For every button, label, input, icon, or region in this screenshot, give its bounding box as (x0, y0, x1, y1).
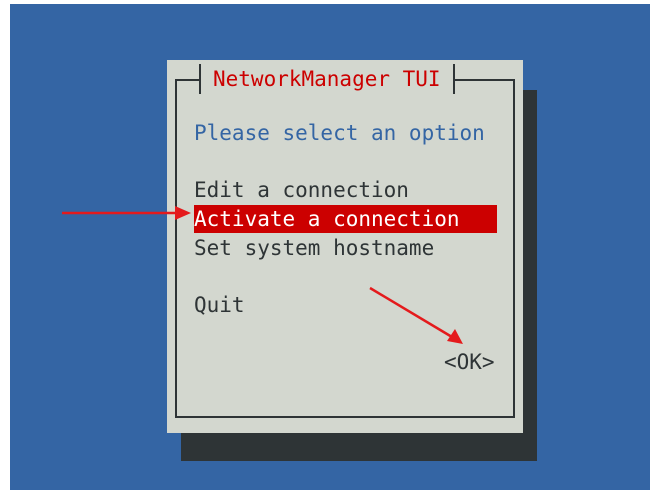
arrow-to-ok-icon (369, 286, 463, 344)
arrow-to-activate-icon (62, 206, 191, 220)
annotation-arrows (62, 206, 463, 344)
